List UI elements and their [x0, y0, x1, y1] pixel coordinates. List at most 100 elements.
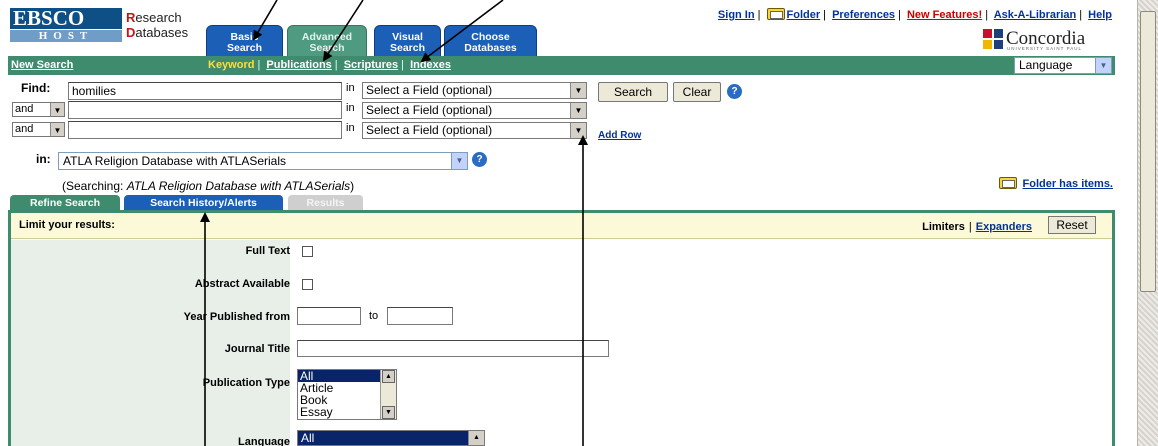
boolean-select-3[interactable]: and ▼	[12, 122, 65, 137]
concordia-sub: UNIVERSITY SAINT PAUL	[1007, 46, 1083, 51]
limiters-label: Limiters	[922, 221, 965, 233]
boolean-select-2-value: and	[15, 103, 34, 115]
concordia-book-icon	[994, 29, 1003, 38]
in-label-1: in	[346, 82, 355, 94]
concordia-cross-icon	[983, 29, 992, 38]
reset-button[interactable]: Reset	[1048, 216, 1096, 234]
scroll-up-icon[interactable]: ▲	[468, 431, 484, 445]
year-to-input[interactable]	[387, 307, 453, 325]
language-listbox-value: All	[301, 431, 315, 445]
year-from-input[interactable]	[297, 307, 361, 325]
journal-title-input[interactable]	[297, 340, 609, 357]
folder-has-items-link[interactable]: Folder has items.	[1023, 178, 1113, 190]
searching-database-name: ATLA Religion Database with ATLASerials	[126, 179, 351, 193]
database-select-value: ATLA Religion Database with ATLASerials	[63, 154, 287, 168]
full-text-checkbox[interactable]	[302, 246, 313, 257]
searching-status: (Searching: ATLA Religion Database with …	[62, 179, 354, 193]
publication-type-listbox[interactable]: All Article Book Essay ▲ ▼	[297, 369, 397, 420]
database-help-icon[interactable]: ?	[472, 152, 487, 167]
abstract-available-label: Abstract Available	[194, 278, 290, 290]
logo-host-text: HOST	[10, 30, 122, 42]
listbox-scrollbar[interactable]: ▲ ▼	[380, 370, 396, 419]
language-select[interactable]: Language ▼	[1014, 57, 1112, 74]
searching-suffix: )	[350, 179, 355, 193]
field-select-2[interactable]: Select a Field (optional) ▼	[362, 102, 587, 119]
help-icon[interactable]: ?	[727, 84, 742, 99]
tab-advanced-search[interactable]: Advanced Search	[287, 25, 367, 58]
chevron-down-icon[interactable]: ▼	[451, 153, 467, 169]
find-label: Find:	[21, 81, 51, 95]
indexes-link[interactable]: Indexes	[410, 59, 451, 71]
new-search-link[interactable]: New Search	[11, 59, 73, 71]
chevron-down-icon[interactable]: ▼	[570, 83, 586, 98]
chevron-down-icon[interactable]: ▼	[570, 123, 586, 138]
preferences-link[interactable]: Preferences	[832, 9, 895, 21]
find-input-1[interactable]: homilies	[68, 82, 342, 100]
language-listbox[interactable]: All ▲	[297, 430, 485, 446]
ebsco-host-logo[interactable]: EBSCO HOST	[10, 8, 122, 42]
chevron-down-icon[interactable]: ▼	[1095, 58, 1111, 73]
scroll-up-icon[interactable]: ▲	[382, 370, 395, 383]
search-nav-bar: New Search Keyword | Publications | Script…	[8, 56, 1115, 75]
chevron-down-icon[interactable]: ▼	[50, 103, 64, 116]
field-select-3-value: Select a Field (optional)	[366, 123, 493, 137]
database-in-label: in:	[36, 152, 51, 166]
searching-prefix: (Searching:	[62, 179, 124, 193]
find-input-2[interactable]	[68, 101, 342, 119]
boolean-select-3-value: and	[15, 123, 34, 135]
folder-icon	[999, 177, 1018, 189]
year-to-label: to	[369, 310, 379, 322]
tab-choose-databases-label2: Databases	[464, 42, 517, 54]
research-databases-title: Research Databases	[126, 10, 189, 40]
concordia-shield-icon	[994, 40, 1003, 49]
new-features-link[interactable]: New Features!	[907, 9, 982, 21]
concordia-logo: Concordia UNIVERSITY SAINT PAUL	[978, 27, 1112, 53]
field-select-1[interactable]: Select a Field (optional) ▼	[362, 82, 587, 99]
tab-visual-search-label2: Search	[389, 42, 426, 54]
chevron-down-icon[interactable]: ▼	[570, 103, 586, 118]
field-select-3[interactable]: Select a Field (optional) ▼	[362, 122, 587, 139]
in-label-3: in	[346, 122, 355, 134]
publication-type-label: Publication Type	[202, 377, 290, 389]
search-button[interactable]: Search	[598, 82, 668, 102]
full-text-label: Full Text	[245, 245, 290, 257]
brand-line1: esearch	[135, 10, 182, 25]
ask-a-librarian-link[interactable]: Ask-A-Librarian	[994, 9, 1077, 21]
scrollbar-thumb[interactable]	[1140, 11, 1156, 292]
boolean-select-2[interactable]: and ▼	[12, 102, 65, 117]
expanders-link[interactable]: Expanders	[976, 221, 1032, 233]
folder-has-items[interactable]: Folder has items.	[999, 177, 1113, 190]
scroll-down-icon[interactable]: ▼	[382, 406, 395, 419]
journal-title-label: Journal Title	[224, 343, 290, 355]
sign-in-link[interactable]: Sign In	[718, 9, 755, 21]
field-select-1-value: Select a Field (optional)	[366, 83, 493, 97]
add-row-link[interactable]: Add Row	[598, 130, 641, 141]
brand-line2: atabases	[135, 25, 189, 40]
clear-button[interactable]: Clear	[673, 82, 721, 102]
in-label-2: in	[346, 102, 355, 114]
language-label: Language	[238, 436, 290, 446]
folder-link[interactable]: Folder	[787, 9, 821, 21]
tab-choose-databases[interactable]: Choose Databases	[444, 25, 537, 58]
folder-icon[interactable]	[766, 8, 785, 20]
abstract-available-checkbox[interactable]	[302, 279, 313, 290]
top-links: Sign In | Folder | Preferences | New Featur…	[717, 8, 1112, 21]
keyword-link[interactable]: Keyword	[208, 59, 254, 71]
publications-link[interactable]: Publications	[266, 59, 331, 71]
field-select-2-value: Select a Field (optional)	[366, 103, 493, 117]
page-scrollbar[interactable]	[1137, 0, 1158, 446]
find-input-3[interactable]	[68, 121, 342, 139]
logo-ebsco-text: EBSCO	[10, 8, 122, 29]
scriptures-link[interactable]: Scriptures	[344, 59, 398, 71]
year-published-label: Year Published from	[183, 311, 290, 323]
database-select[interactable]: ATLA Religion Database with ATLASerials …	[58, 152, 468, 170]
tab-basic-search[interactable]: Basic Search	[206, 25, 283, 58]
concordia-flame-icon	[983, 40, 992, 49]
tab-basic-search-label2: Search	[226, 42, 263, 54]
help-link[interactable]: Help	[1088, 9, 1112, 21]
search-mode-links: Keyword | Publications | Scriptures | Index…	[208, 59, 452, 71]
limit-header: Limit your results: Limiters | Expanders R…	[11, 213, 1112, 239]
tab-visual-search[interactable]: Visual Search	[374, 25, 441, 58]
language-select-value: Language	[1019, 58, 1073, 72]
chevron-down-icon[interactable]: ▼	[50, 123, 64, 136]
